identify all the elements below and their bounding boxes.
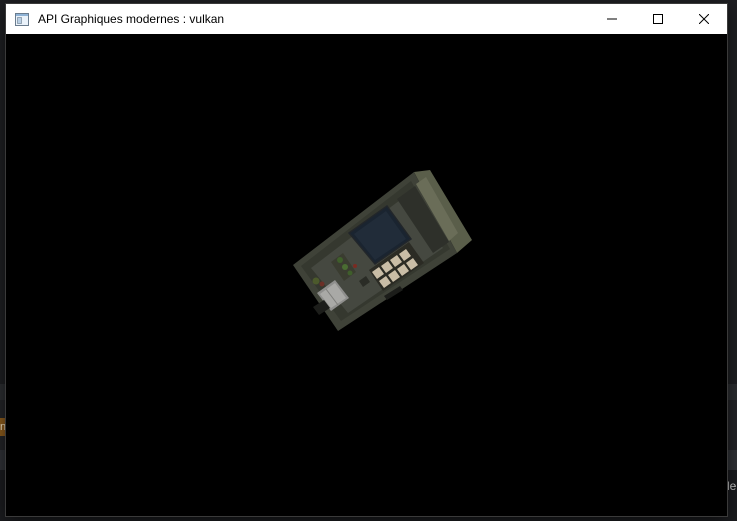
app-window: API Graphiques modernes : vulkan [6,4,727,516]
close-button[interactable] [681,4,727,34]
maximize-button[interactable] [635,4,681,34]
minimize-button[interactable] [589,4,635,34]
close-icon [699,14,709,24]
window-title: API Graphiques modernes : vulkan [38,12,225,26]
title-bar[interactable]: API Graphiques modernes : vulkan [6,4,727,34]
app-window-icon[interactable] [14,11,30,27]
maximize-icon [653,14,663,24]
render-viewport[interactable] [6,34,727,516]
rendered-3d-building-model [293,170,472,331]
background-text-fragment: le [727,479,737,493]
minimize-icon [607,18,617,20]
